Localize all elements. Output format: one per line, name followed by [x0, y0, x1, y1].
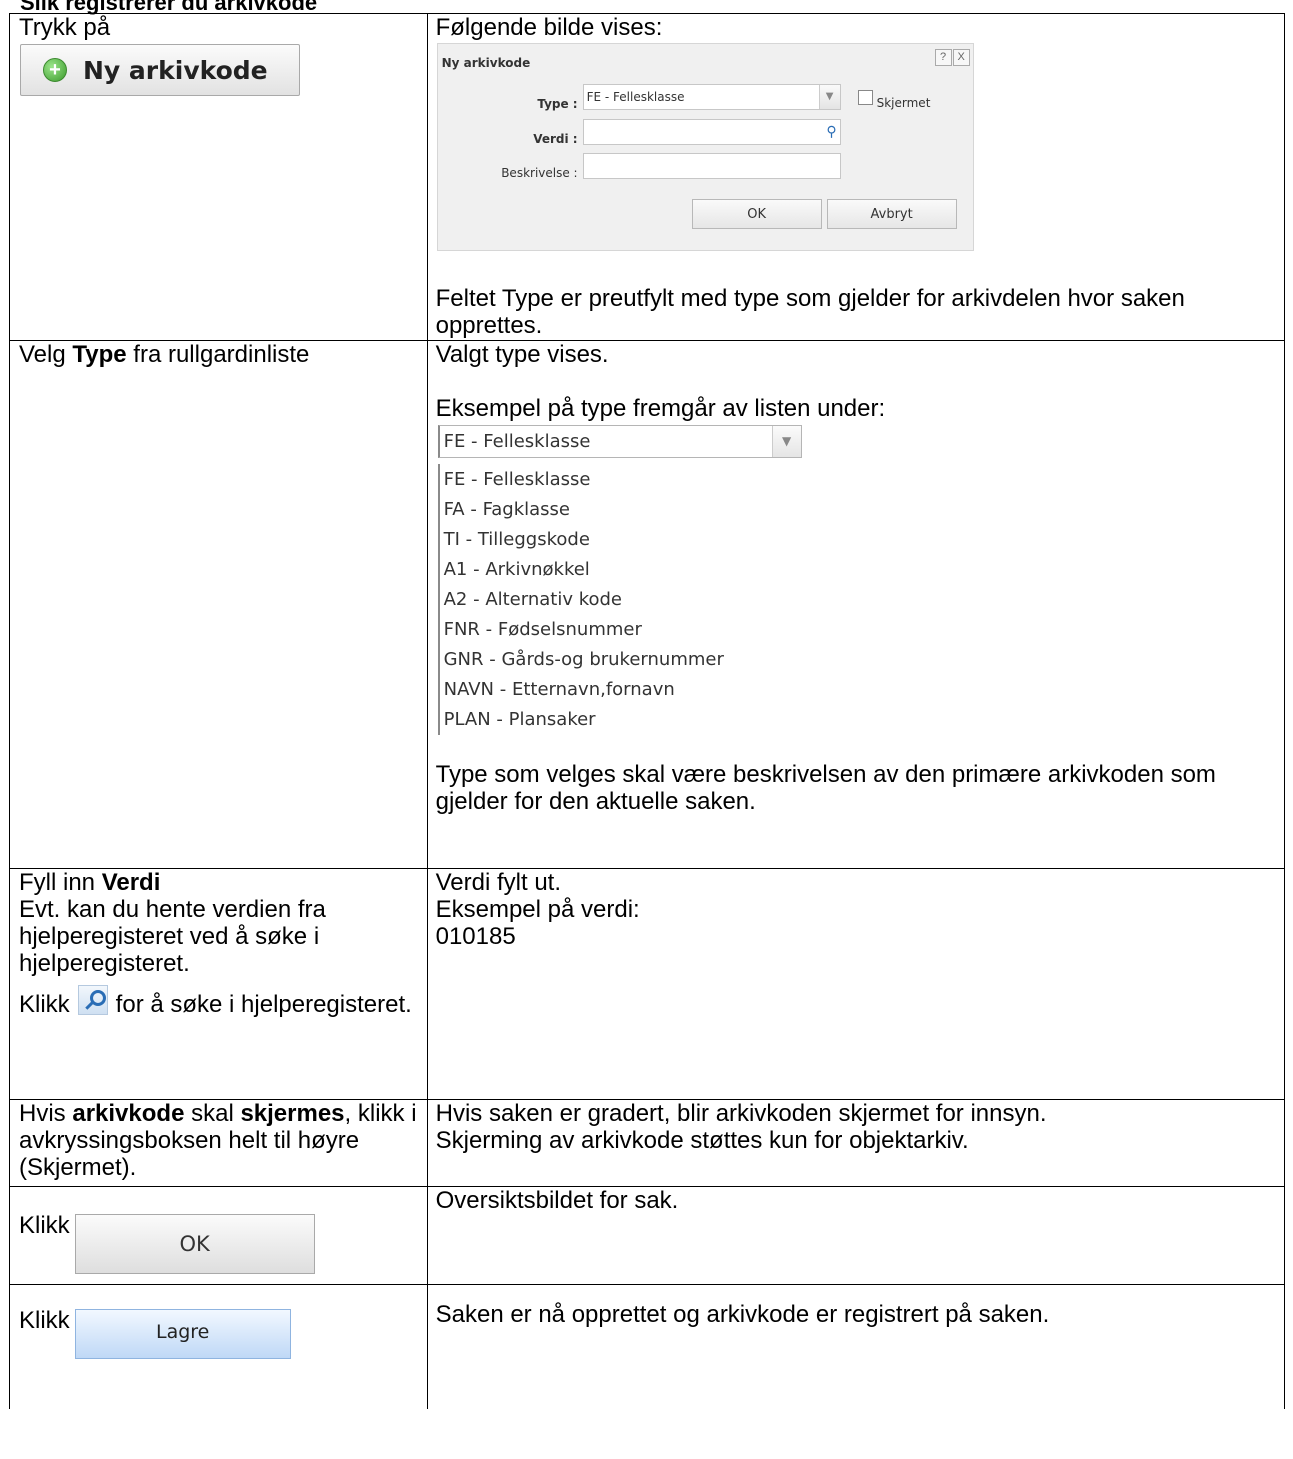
table-row: Hvis arkivkode skal skjermes, klikk i av…: [9, 1099, 1286, 1187]
result-cell: Valgt type vises. Eksempel på type fremg…: [426, 340, 1286, 869]
beskrivelse-input[interactable]: [582, 153, 841, 179]
result-line: Eksempel på verdi:: [435, 896, 640, 923]
table-row: Klikk Lagre Saken er nå opprettet og arki…: [9, 1284, 1286, 1409]
type-option[interactable]: A2 - Alternativ kode: [444, 585, 744, 615]
lagre-button[interactable]: Lagre: [74, 1309, 291, 1359]
result-line: Hvis saken er gradert, blir arkivkoden s…: [435, 1100, 1047, 1127]
search-icon[interactable]: ⚲: [826, 120, 836, 144]
result-intro: Følgende bilde vises:: [435, 14, 663, 41]
step-cell: Klikk Lagre: [9, 1284, 428, 1409]
type-option[interactable]: PLAN - Plansaker: [444, 705, 744, 735]
dialog-title: Ny arkivkode: [441, 56, 531, 70]
chevron-down-icon[interactable]: ▼: [818, 85, 840, 109]
table-row: Fyll inn Verdi Evt. kan du hente verdien…: [9, 868, 1286, 1100]
result-cell: Følgende bilde vises: Ny arkivkode ? X T…: [426, 13, 1286, 341]
search-icon[interactable]: [77, 985, 108, 1015]
skjermet-label: Skjermet: [876, 96, 931, 110]
result-cell: Hvis saken er gradert, blir arkivkoden s…: [426, 1099, 1286, 1187]
step-text: Velg Type fra rullgardinliste: [19, 341, 310, 368]
result-line: Skjerming av arkivkode støttes kun for o…: [435, 1127, 969, 1154]
step-cell: Hvis arkivkode skal skjermes, klikk i av…: [9, 1099, 428, 1187]
result-cell: Oversiktsbildet for sak.: [426, 1186, 1286, 1285]
result-note: Type som velges skal være beskrivelsen a…: [435, 761, 1216, 815]
type-option[interactable]: FE - Fellesklasse: [444, 465, 744, 495]
result-cell: Saken er nå opprettet og arkivkode er re…: [426, 1284, 1286, 1409]
plus-icon: +: [43, 58, 67, 82]
ok-button[interactable]: OK: [691, 199, 822, 229]
type-option[interactable]: FA - Fagklasse: [444, 495, 744, 525]
type-value: FE - Fellesklasse: [586, 90, 685, 104]
step-cell: KlikkOK: [9, 1186, 428, 1285]
chevron-down-icon[interactable]: ▼: [771, 426, 801, 457]
step-cell: Velg Type fra rullgardinliste: [9, 340, 428, 869]
type-option[interactable]: TI - Tilleggskode: [444, 525, 744, 555]
type-dropdown[interactable]: FE - Fellesklasse ▼: [437, 425, 802, 458]
beskrivelse-label: Beskrivelse :: [501, 166, 578, 180]
verdi-input[interactable]: ⚲: [582, 119, 841, 145]
ny-arkivkode-label: Ny arkivkode: [83, 55, 268, 85]
step-text: Klikk: [19, 1307, 70, 1334]
result-note: Feltet Type er preutfylt med type som gj…: [435, 285, 1185, 339]
section-heading: Slik registrerer du arkivkode: [20, 0, 318, 15]
result-line: Valgt type vises.: [435, 341, 609, 368]
result-line: 010185: [435, 923, 516, 950]
ny-arkivkode-button[interactable]: + Ny arkivkode: [20, 44, 300, 96]
step-text: Hvis arkivkode skal skjermes, klikk i av…: [19, 1100, 417, 1181]
type-select[interactable]: FE - Fellesklasse ▼: [582, 84, 841, 110]
step-cell: Trykk på + Ny arkivkode: [9, 13, 428, 341]
table-row: KlikkOK Oversiktsbildet for sak.: [9, 1186, 1286, 1285]
table-row: Trykk på + Ny arkivkode Følgende bilde v…: [9, 13, 1286, 341]
instruction-table: Trykk på + Ny arkivkode Følgende bilde v…: [9, 13, 1286, 1409]
avbryt-button[interactable]: Avbryt: [826, 199, 957, 229]
result-line: Verdi fylt ut.: [435, 869, 561, 896]
step-text: Fyll inn Verdi: [19, 869, 161, 896]
step-text: Klikk for å søke i hjelperegisteret.: [19, 985, 427, 1018]
verdi-label: Verdi :: [533, 132, 578, 146]
help-icon[interactable]: ?: [934, 49, 952, 66]
skjermet-checkbox[interactable]: [857, 90, 873, 105]
type-option-list: FE - Fellesklasse FA - Fagklasse TI - Ti…: [437, 464, 744, 735]
type-option[interactable]: GNR - Gårds-og brukernummer: [444, 645, 744, 675]
result-cell: Verdi fylt ut. Eksempel på verdi: 010185: [426, 868, 1286, 1100]
step-text: Klikk: [19, 1212, 70, 1239]
result-line: Saken er nå opprettet og arkivkode er re…: [435, 1301, 1050, 1328]
result-line: Eksempel på type fremgår av listen under…: [435, 395, 886, 422]
step-text: Trykk på: [19, 14, 111, 41]
type-option[interactable]: A1 - Arkivnøkkel: [444, 555, 744, 585]
type-option[interactable]: NAVN - Etternavn,fornavn: [444, 675, 744, 705]
ny-arkivkode-dialog: Ny arkivkode ? X Type : FE - Fellesklass…: [436, 43, 974, 251]
result-line: Oversiktsbildet for sak.: [435, 1187, 679, 1214]
step-text: Evt. kan du hente verdien fra hjelperegi…: [19, 896, 326, 977]
step-cell: Fyll inn Verdi Evt. kan du hente verdien…: [9, 868, 428, 1100]
type-label: Type :: [537, 97, 578, 111]
type-selected: FE - Fellesklasse: [443, 431, 591, 452]
close-icon[interactable]: X: [952, 49, 970, 66]
ok-button[interactable]: OK: [74, 1214, 315, 1274]
table-row: Velg Type fra rullgardinliste Valgt type…: [9, 340, 1286, 869]
type-option[interactable]: FNR - Fødselsnummer: [444, 615, 744, 645]
